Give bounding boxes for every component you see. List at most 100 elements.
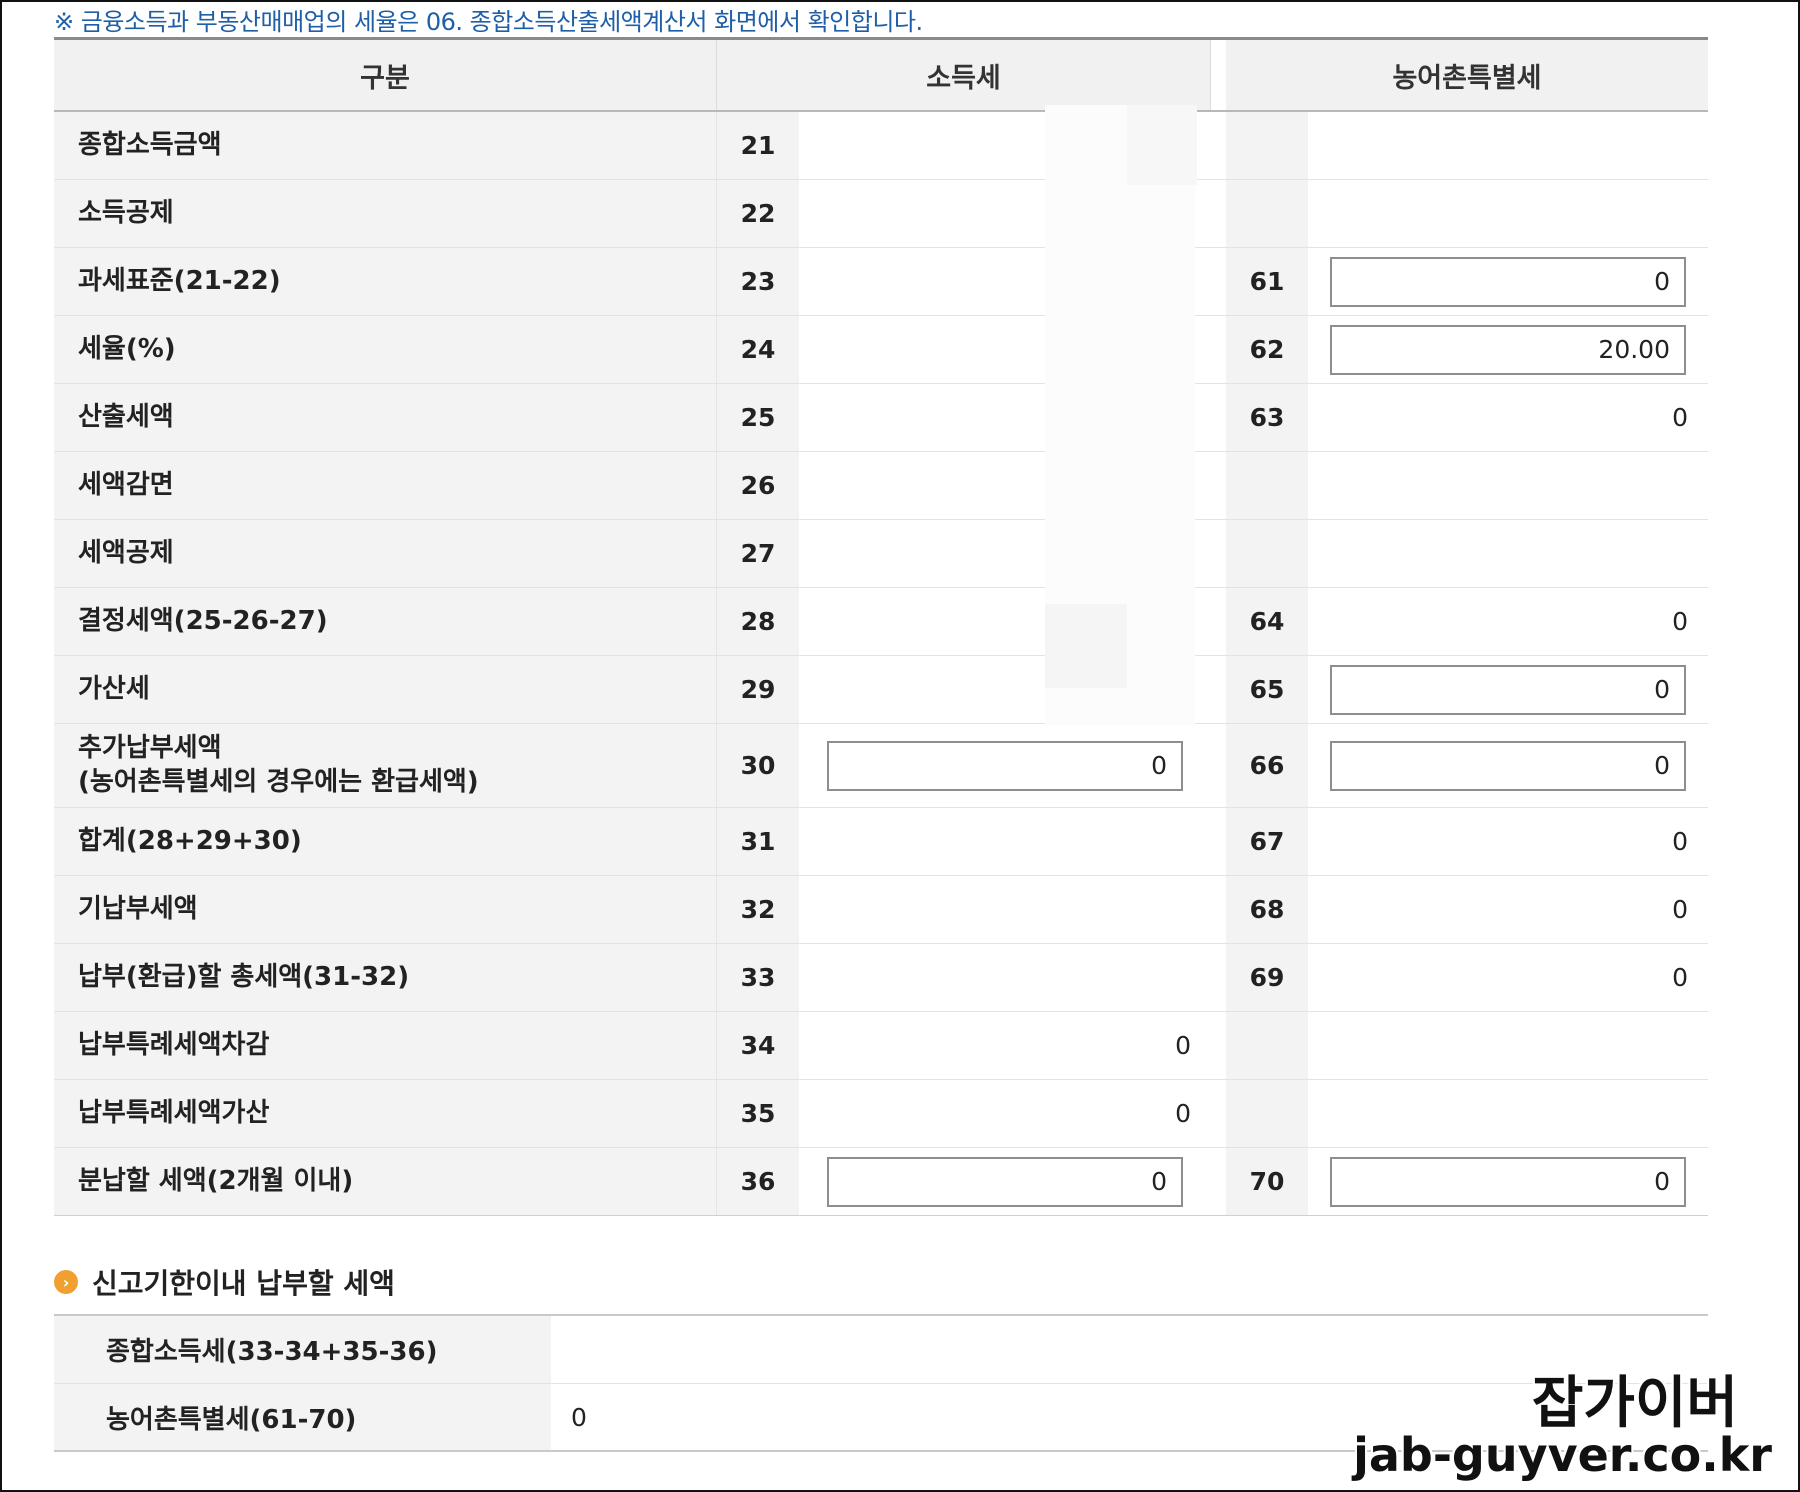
redaction-mask (1045, 604, 1127, 688)
row-label: 기납부세액 (54, 876, 717, 943)
table-row: 납부특례세액가산 35 0 (54, 1080, 1708, 1148)
row-code: 33 (717, 944, 799, 1011)
table-row: 결정세액(25-26-27) 28 64 0 (54, 588, 1708, 656)
row-label: 세액감면 (54, 452, 717, 519)
rural-code (1226, 1080, 1308, 1147)
rural-tax-value (1308, 112, 1708, 179)
table-row: 납부(환급)할 총세액(31-32) 33 69 0 (54, 944, 1708, 1012)
row-code: 23 (717, 248, 799, 315)
rural-code (1226, 520, 1308, 587)
row-label: 산출세액 (54, 384, 717, 451)
table-row: 합계(28+29+30) 31 67 0 (54, 808, 1708, 876)
rural-code: 63 (1226, 384, 1308, 451)
rural-tax-value: 0 (1308, 808, 1708, 875)
table-row: 과세표준(21-22) 23 61 (54, 248, 1708, 316)
header-category: 구분 (54, 40, 717, 110)
table-row: 소득공제 22 (54, 180, 1708, 248)
row-code: 27 (717, 520, 799, 587)
rural-code: 67 (1226, 808, 1308, 875)
row-code: 31 (717, 808, 799, 875)
watermark-name: 잡가이버 (1531, 1371, 1738, 1436)
table-header: 구분 소득세 농어촌특별세 (54, 40, 1708, 112)
rural-tax-base-input[interactable] (1330, 256, 1686, 307)
rural-code (1226, 180, 1308, 247)
notice-text: ※ 금융소득과 부동산매매업의 세율은 06. 종합소득산출세액계산서 화면에서… (54, 8, 923, 36)
row-label-line2: (농어촌특별세의 경우에는 환급세액) (78, 766, 479, 797)
row-label: 추가납부세액 (농어촌특별세의 경우에는 환급세액) (54, 724, 717, 807)
rural-code (1226, 452, 1308, 519)
tax-calculation-table: 구분 소득세 농어촌특별세 종합소득금액 21 소득공제 22 과세표준(21-… (54, 37, 1708, 1216)
row-label: 납부(환급)할 총세액(31-32) (54, 944, 717, 1011)
section-title: › 신고기한이내 납부할 세액 (54, 1262, 395, 1302)
table-row: 종합소득금액 21 (54, 112, 1708, 180)
table-row: 납부특례세액차감 34 0 (54, 1012, 1708, 1080)
row-label: 과세표준(21-22) (54, 248, 717, 315)
income-tax-value (799, 944, 1211, 1011)
additional-payment-input[interactable] (827, 740, 1183, 791)
row-code: 36 (717, 1148, 799, 1215)
header-rural-tax: 농어촌특별세 (1392, 62, 1542, 94)
row-code: 24 (717, 316, 799, 383)
table-row: 세율(%) 24 62 (54, 316, 1708, 384)
installment-tax-input[interactable] (827, 1156, 1183, 1207)
rural-code: 64 (1226, 588, 1308, 655)
rural-code: 70 (1226, 1148, 1308, 1215)
row-label: 결정세액(25-26-27) (54, 588, 717, 655)
income-tax-value: 0 (799, 1080, 1211, 1147)
row-label: 세액공제 (54, 520, 717, 587)
rural-tax-value (1308, 1012, 1708, 1079)
row-code: 29 (717, 656, 799, 723)
row-label-line1: 추가납부세액 (78, 732, 222, 763)
rural-refund-input[interactable] (1330, 740, 1686, 791)
row-label: 분납할 세액(2개월 이내) (54, 1148, 717, 1215)
row-label: 합계(28+29+30) (54, 808, 717, 875)
header-income-tax: 소득세 (717, 40, 1211, 110)
rural-code: 66 (1226, 724, 1308, 807)
table-row: 산출세액 25 63 0 (54, 384, 1708, 452)
rural-tax-value: 0 (1308, 588, 1708, 655)
table-row: 세액감면 26 (54, 452, 1708, 520)
row-code: 34 (717, 1012, 799, 1079)
rural-tax-value (1308, 180, 1708, 247)
income-tax-value (799, 876, 1211, 943)
rural-tax-rate-input[interactable] (1330, 324, 1686, 375)
rural-penalty-tax-input[interactable] (1330, 664, 1686, 715)
rural-code: 62 (1226, 316, 1308, 383)
row-code: 35 (717, 1080, 799, 1147)
row-label: 가산세 (54, 656, 717, 723)
row-code: 26 (717, 452, 799, 519)
income-tax-value: 0 (799, 1012, 1211, 1079)
section-title-text: 신고기한이내 납부할 세액 (92, 1267, 395, 1300)
redaction-mask (1127, 105, 1197, 185)
table-row: 종합소득세(33-34+35-36) (54, 1316, 1708, 1384)
row-code: 22 (717, 180, 799, 247)
row-code: 25 (717, 384, 799, 451)
row-label: 종합소득금액 (54, 112, 717, 179)
row-code: 30 (717, 724, 799, 807)
rural-tax-value: 0 (1308, 384, 1708, 451)
rural-installment-input[interactable] (1330, 1156, 1686, 1207)
row-code: 28 (717, 588, 799, 655)
chevron-right-circle-icon: › (54, 1270, 78, 1294)
table-row: 분납할 세액(2개월 이내) 36 70 (54, 1148, 1708, 1216)
rural-tax-value (1308, 1080, 1708, 1147)
rural-code: 69 (1226, 944, 1308, 1011)
table-row: 추가납부세액 (농어촌특별세의 경우에는 환급세액) 30 66 (54, 724, 1708, 808)
table-row: 가산세 29 65 (54, 656, 1708, 724)
rural-tax-value: 0 (1308, 876, 1708, 943)
table-row: 기납부세액 32 68 0 (54, 876, 1708, 944)
row-code: 32 (717, 876, 799, 943)
rural-code: 61 (1226, 248, 1308, 315)
row-label: 납부특례세액가산 (54, 1080, 717, 1147)
header-gap (1211, 40, 1226, 110)
rural-tax-value: 0 (1308, 944, 1708, 1011)
rural-tax-value (1308, 452, 1708, 519)
income-tax-value (799, 808, 1211, 875)
row-label: 종합소득세(33-34+35-36) (54, 1316, 551, 1383)
row-label: 소득공제 (54, 180, 717, 247)
watermark-url: jab-guyver.co.kr (1353, 1428, 1772, 1482)
row-label: 세율(%) (54, 316, 717, 383)
table-row: 세액공제 27 (54, 520, 1708, 588)
rural-code (1226, 1012, 1308, 1079)
row-label: 농어촌특별세(61-70) (54, 1384, 551, 1450)
